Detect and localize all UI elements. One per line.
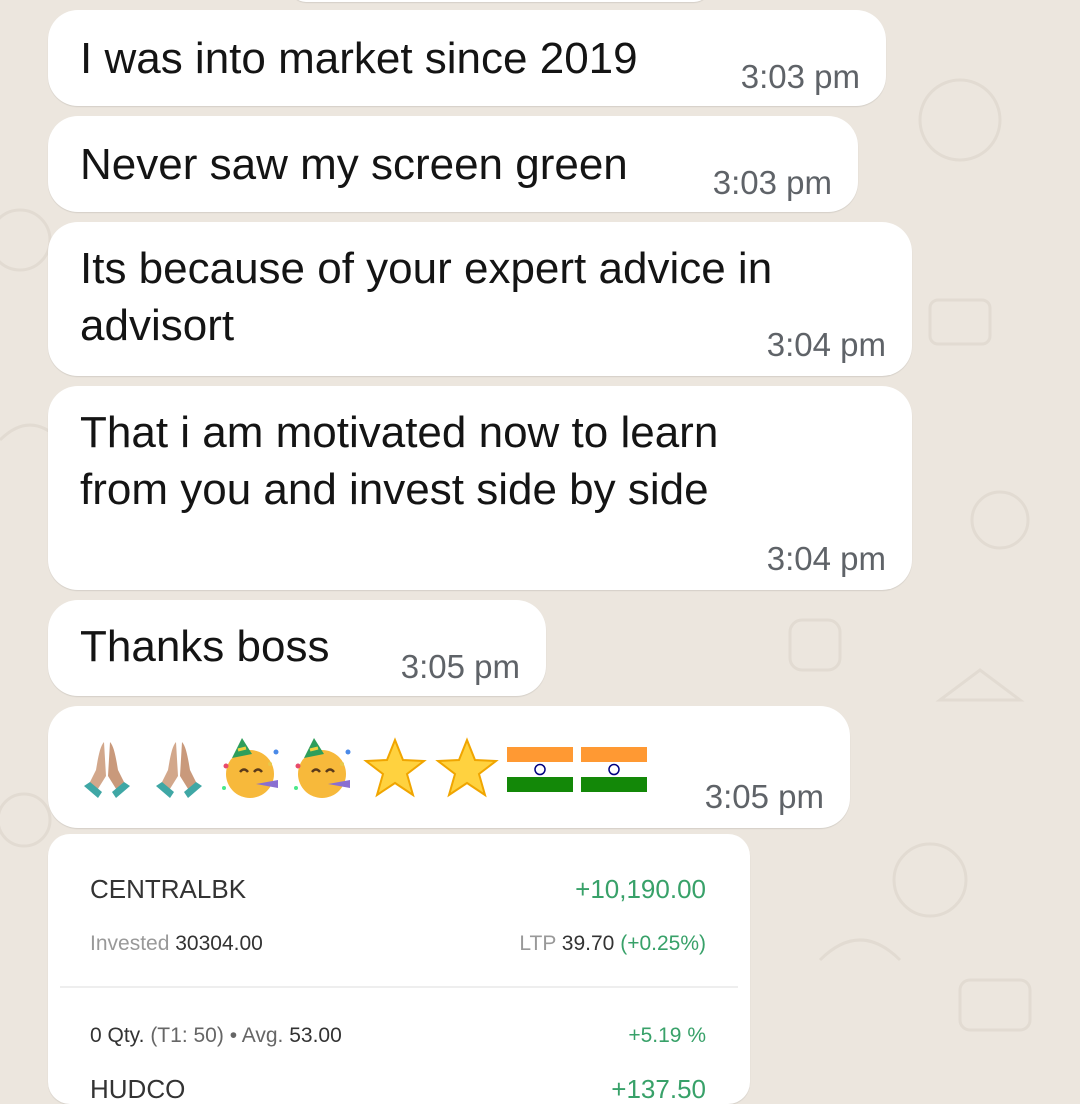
folded-hands-icon (84, 742, 130, 798)
message-text: I was into market since 2019 (80, 34, 638, 83)
message-timestamp: 3:03 pm (712, 164, 832, 201)
holding-qty-row: 0 Qty. (T1: 50) • Avg. 53.00 (90, 1024, 342, 1048)
holding-divider (60, 986, 738, 988)
message-bubble[interactable]: Never saw my screen green 3:03 pm (48, 116, 858, 212)
holding-invested: Invested 30304.00 (90, 932, 263, 956)
previous-message-bubble[interactable] (290, 0, 710, 2)
india-flag-icon (581, 747, 647, 792)
holding-symbol: CENTRALBK (90, 874, 247, 904)
avg-label: Avg. (241, 1024, 284, 1047)
holding-pnl-partial: +137.50 (611, 1074, 706, 1104)
star-icon (435, 737, 499, 798)
message-text-line: advisort (80, 301, 235, 350)
holding-symbol-partial: HUDCO (90, 1074, 186, 1104)
ltp-change: (+0.25%) (620, 932, 706, 955)
emoji-row (74, 736, 648, 802)
message-timestamp: 3:03 pm (740, 58, 860, 95)
qty-value: 0 Qty. (90, 1024, 145, 1047)
message-bubble[interactable]: That i am motivated now to learn from yo… (48, 386, 912, 590)
message-bubble[interactable]: I was into market since 2019 3:03 pm (48, 10, 886, 106)
india-flag-icon (507, 747, 573, 792)
message-bubble[interactable]: Thanks boss 3:05 pm (48, 600, 546, 696)
holding-percent: +5.19 % (628, 1024, 706, 1047)
bullet-separator: • (229, 1024, 238, 1047)
invested-value: 30304.00 (175, 932, 263, 955)
message-timestamp: 3:05 pm (704, 778, 824, 815)
ltp-label: LTP (519, 932, 556, 955)
message-timestamp: 3:04 pm (766, 326, 886, 363)
partying-face-icon (222, 738, 279, 798)
message-timestamp: 3:04 pm (766, 540, 886, 577)
t1-value: (T1: 50) (150, 1024, 224, 1047)
holding-pnl: +10,190.00 (575, 874, 706, 904)
avg-value: 53.00 (289, 1024, 342, 1047)
message-timestamp: 3:05 pm (400, 648, 520, 685)
star-icon (363, 737, 427, 798)
portfolio-screenshot-image[interactable]: CENTRALBK +10,190.00 Invested 30304.00 L… (48, 834, 750, 1104)
invested-label: Invested (90, 932, 170, 955)
message-text-line: That i am motivated now to learn (80, 408, 719, 457)
message-text-line: Its because of your expert advice in (80, 244, 773, 293)
message-bubble[interactable]: 3:05 pm (48, 706, 850, 828)
partying-face-icon (294, 738, 351, 798)
message-text: Never saw my screen green (80, 140, 628, 189)
holding-ltp: LTP 39.70 (+0.25%) (519, 932, 706, 956)
ltp-value: 39.70 (561, 932, 615, 955)
message-text-line: from you and invest side by side (80, 465, 709, 514)
message-bubble[interactable]: Its because of your expert advice in adv… (48, 222, 912, 376)
message-text: Thanks boss (80, 622, 330, 671)
folded-hands-icon (156, 742, 202, 798)
